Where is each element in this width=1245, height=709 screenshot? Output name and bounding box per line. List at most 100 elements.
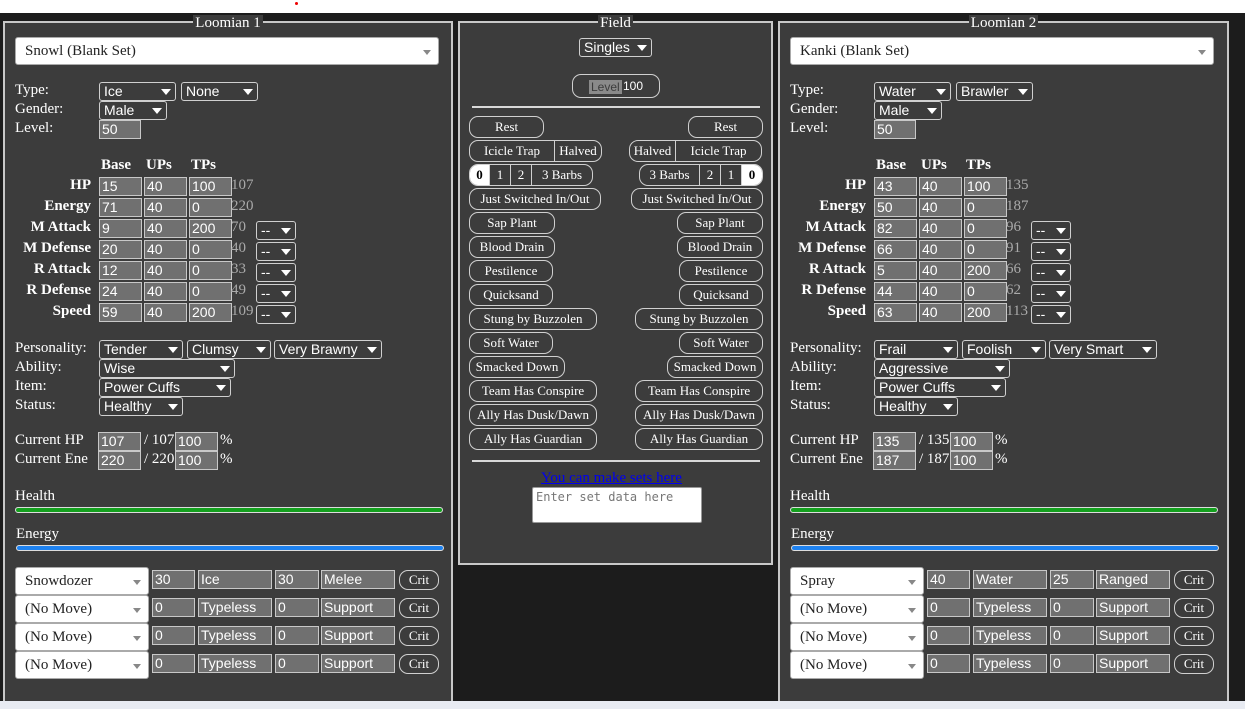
move-power-input[interactable]: 0 (927, 654, 970, 673)
move-type-input[interactable]: Typeless (973, 626, 1047, 645)
crit-button[interactable]: Crit (399, 598, 439, 618)
quicksand-right[interactable]: Quicksand (679, 284, 763, 306)
move-category-input[interactable]: Support (321, 626, 395, 645)
move-select[interactable]: (No Move) (15, 651, 149, 679)
stat-base-input[interactable]: 71 (99, 198, 142, 217)
crit-button[interactable]: Crit (1174, 654, 1214, 674)
type1-select[interactable]: Ice (99, 82, 176, 101)
personality-select-1[interactable]: Frail (874, 340, 958, 359)
crit-button[interactable]: Crit (1174, 626, 1214, 646)
personality-select-2[interactable]: Clumsy (187, 340, 271, 359)
personality-select-3[interactable]: Very Smart (1049, 340, 1157, 359)
stat-ups-input[interactable]: 40 (144, 198, 187, 217)
stat-base-input[interactable]: 44 (874, 282, 917, 301)
move-select[interactable]: (No Move) (15, 595, 149, 623)
stat-base-input[interactable]: 59 (99, 303, 142, 322)
stat-base-input[interactable]: 50 (874, 198, 917, 217)
move-type-input[interactable]: Typeless (198, 654, 272, 673)
move-category-input[interactable]: Support (1096, 626, 1170, 645)
stat-ups-input[interactable]: 40 (919, 219, 962, 238)
sap-plant-right[interactable]: Sap Plant (677, 212, 763, 234)
stat-base-input[interactable]: 15 (99, 177, 142, 196)
rest-button-left[interactable]: Rest (469, 116, 544, 138)
move-select[interactable]: (No Move) (790, 623, 924, 651)
type2-select[interactable]: Brawler (956, 82, 1033, 101)
stat-tps-input[interactable]: 100 (189, 177, 232, 196)
stat-boost-select[interactable]: -- (1031, 305, 1071, 324)
crit-button[interactable]: Crit (399, 654, 439, 674)
ene-percent-input[interactable]: 100 (175, 451, 218, 470)
personality-select-2[interactable]: Foolish (962, 340, 1046, 359)
barbs-option-right[interactable]: 1 (721, 165, 742, 185)
gender-select[interactable]: Male (99, 101, 167, 120)
stat-tps-input[interactable]: 200 (189, 219, 232, 238)
stat-base-input[interactable]: 12 (99, 261, 142, 280)
item-select[interactable]: Power Cuffs (99, 378, 231, 397)
stat-tps-input[interactable]: 0 (964, 240, 1007, 259)
stat-ups-input[interactable]: 40 (919, 177, 962, 196)
stat-ups-input[interactable]: 40 (919, 282, 962, 301)
halved-right[interactable]: Halved (630, 141, 676, 161)
ally-has-dusk-dawn-right[interactable]: Ally Has Dusk/Dawn (635, 404, 763, 426)
current-hp-input[interactable]: 135 (873, 432, 916, 451)
make-sets-link[interactable]: You can make sets here (541, 470, 682, 487)
pestilence-left[interactable]: Pestilence (469, 260, 553, 282)
move-select[interactable]: (No Move) (790, 651, 924, 679)
item-select[interactable]: Power Cuffs (874, 378, 1006, 397)
team-has-conspire-right[interactable]: Team Has Conspire (635, 380, 763, 402)
move-power-input[interactable]: 0 (152, 626, 195, 645)
personality-select-3[interactable]: Very Brawny (274, 340, 382, 359)
just-switched-in-out-right[interactable]: Just Switched In/Out (631, 188, 763, 210)
personality-select-1[interactable]: Tender (99, 340, 183, 359)
move-category-input[interactable]: Ranged (1096, 570, 1170, 589)
stat-base-input[interactable]: 66 (874, 240, 917, 259)
stat-tps-input[interactable]: 0 (964, 198, 1007, 217)
stung-by-buzzolen-left[interactable]: Stung by Buzzolen (469, 308, 597, 330)
stat-ups-input[interactable]: 40 (919, 198, 962, 217)
ability-select[interactable]: Aggressive (874, 359, 1010, 378)
move-energy-input[interactable]: 30 (275, 570, 319, 589)
level-input[interactable]: 50 (874, 120, 916, 139)
stat-tps-input[interactable]: 0 (964, 219, 1007, 238)
stat-tps-input[interactable]: 200 (964, 303, 1007, 322)
move-energy-input[interactable]: 0 (275, 654, 319, 673)
blood-drain-right[interactable]: Blood Drain (677, 236, 763, 258)
quicksand-left[interactable]: Quicksand (469, 284, 553, 306)
stat-ups-input[interactable]: 40 (144, 177, 187, 196)
type2-select[interactable]: None (181, 82, 258, 101)
move-type-input[interactable]: Ice (198, 570, 272, 589)
ene-percent-input[interactable]: 100 (950, 451, 993, 470)
move-select[interactable]: Snowdozer (15, 567, 149, 595)
stat-tps-input[interactable]: 0 (189, 261, 232, 280)
move-energy-input[interactable]: 0 (275, 598, 319, 617)
stat-tps-input[interactable]: 0 (189, 198, 232, 217)
barbs-option-right[interactable]: 3 Barbs (640, 165, 700, 185)
soft-water-right[interactable]: Soft Water (679, 332, 763, 354)
stat-ups-input[interactable]: 40 (919, 303, 962, 322)
stat-tps-input[interactable]: 0 (189, 282, 232, 301)
move-type-input[interactable]: Typeless (198, 626, 272, 645)
move-energy-input[interactable]: 0 (1050, 626, 1094, 645)
stat-base-input[interactable]: 24 (99, 282, 142, 301)
stat-tps-input[interactable]: 200 (189, 303, 232, 322)
status-select[interactable]: Healthy (99, 397, 183, 416)
move-type-input[interactable]: Typeless (973, 598, 1047, 617)
stat-ups-input[interactable]: 40 (919, 261, 962, 280)
icicle-trap-right[interactable]: Icicle Trap (676, 141, 761, 161)
stat-boost-select[interactable]: -- (1031, 242, 1071, 261)
format-select[interactable]: Singles (579, 38, 652, 57)
status-select[interactable]: Healthy (874, 397, 958, 416)
barbs-option-left[interactable]: 0 (470, 165, 490, 185)
stat-ups-input[interactable]: 40 (144, 282, 187, 301)
stat-tps-input[interactable]: 100 (964, 177, 1007, 196)
gender-select[interactable]: Male (874, 101, 942, 120)
stat-tps-input[interactable]: 0 (964, 282, 1007, 301)
ally-has-guardian-right[interactable]: Ally Has Guardian (635, 428, 763, 450)
stat-boost-select[interactable]: -- (256, 221, 296, 240)
stung-by-buzzolen-right[interactable]: Stung by Buzzolen (635, 308, 763, 330)
stat-boost-select[interactable]: -- (256, 284, 296, 303)
barbs-option-right[interactable]: 0 (742, 165, 762, 185)
crit-button[interactable]: Crit (1174, 598, 1214, 618)
stat-tps-input[interactable]: 200 (964, 261, 1007, 280)
halved-left[interactable]: Halved (555, 141, 601, 161)
